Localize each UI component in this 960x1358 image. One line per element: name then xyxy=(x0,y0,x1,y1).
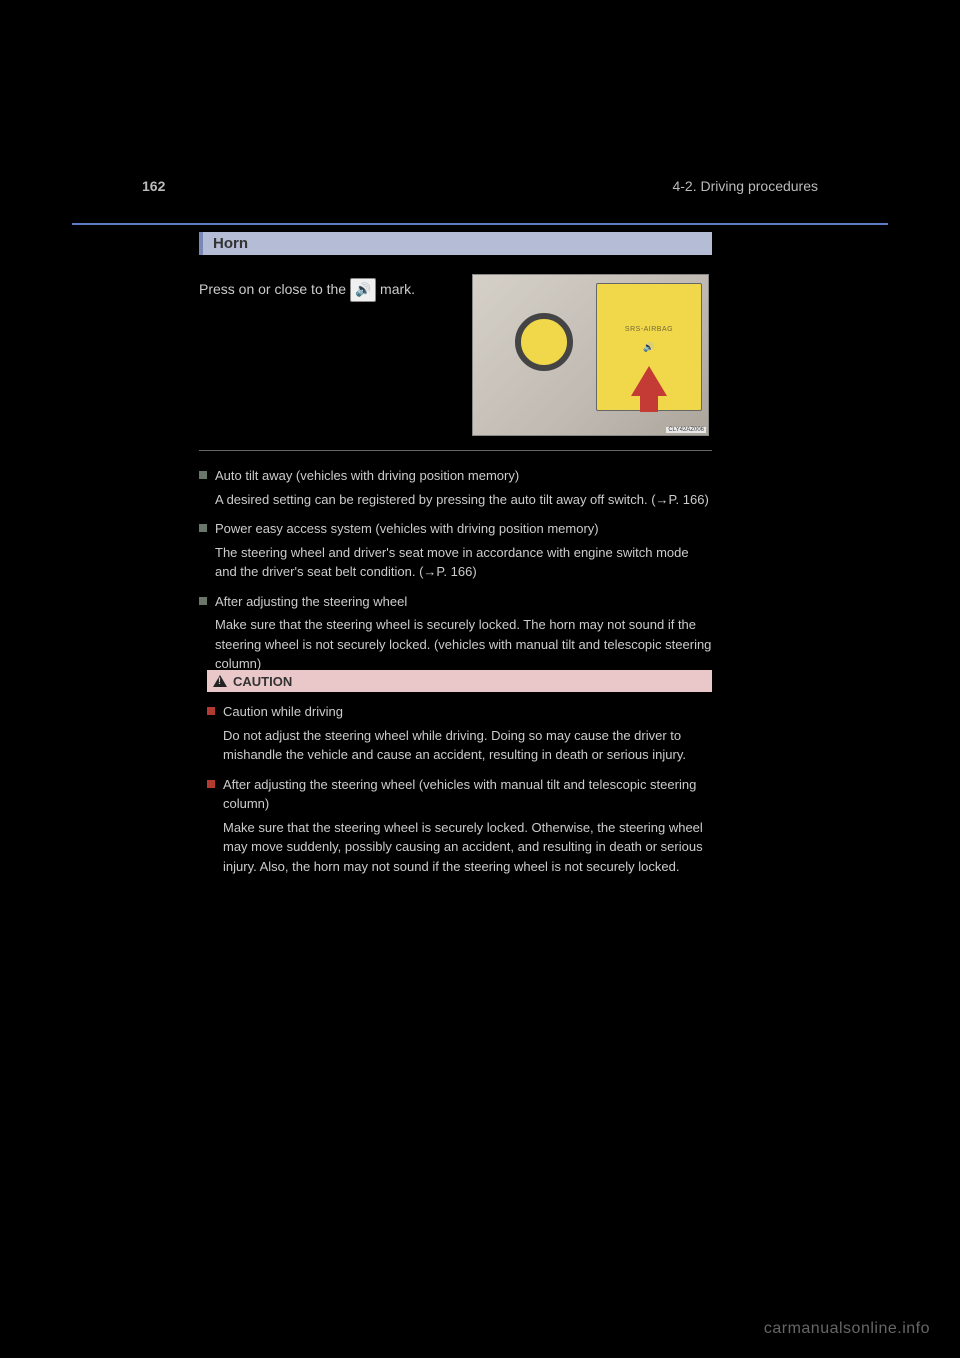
note-item: Auto tilt away (vehicles with driving po… xyxy=(199,466,712,486)
notes-section: Auto tilt away (vehicles with driving po… xyxy=(199,466,712,684)
manual-page: 162 4-2. Driving procedures Horn Press o… xyxy=(0,0,960,1358)
caution-label: CAUTION xyxy=(233,674,292,689)
caution-item: After adjusting the steering wheel (vehi… xyxy=(207,775,712,814)
horn-small-icon: 🔊 xyxy=(643,342,654,353)
watermark: carmanualsonline.info xyxy=(764,1320,930,1338)
note-body: A desired setting can be registered by p… xyxy=(215,490,712,510)
steering-wheel-graphic xyxy=(515,313,573,371)
airbag-callout: SRS-AIRBAG 🔊 xyxy=(596,283,702,411)
divider-rule xyxy=(199,450,712,451)
caution-title: Caution while driving xyxy=(223,702,343,722)
airbag-label: SRS-AIRBAG xyxy=(597,326,701,333)
square-bullet-icon xyxy=(199,597,207,605)
note-item: Power easy access system (vehicles with … xyxy=(199,519,712,539)
section-title: Horn xyxy=(213,235,248,252)
press-arrow-icon xyxy=(631,366,667,396)
breadcrumb: 4-2. Driving procedures xyxy=(672,178,818,194)
caution-header: CAUTION xyxy=(207,670,712,692)
horn-icon: 🔊 xyxy=(350,278,376,302)
instruction-prefix: Press on or close to the xyxy=(199,281,346,297)
caution-item: Caution while driving xyxy=(207,702,712,722)
header-rule xyxy=(72,223,888,225)
caution-body: Make sure that the steering wheel is sec… xyxy=(223,818,712,877)
page-number: 162 xyxy=(142,178,165,194)
note-body: Make sure that the steering wheel is sec… xyxy=(215,615,712,674)
square-bullet-icon xyxy=(199,471,207,479)
figure-code: CLY42AZ006 xyxy=(666,427,706,433)
red-square-bullet-icon xyxy=(207,707,215,715)
warning-triangle-icon xyxy=(213,675,227,687)
section-header: Horn xyxy=(199,232,712,255)
red-square-bullet-icon xyxy=(207,780,215,788)
note-body: The steering wheel and driver's seat mov… xyxy=(215,543,712,582)
caution-body: Do not adjust the steering wheel while d… xyxy=(223,726,712,765)
note-title: Auto tilt away (vehicles with driving po… xyxy=(215,466,519,486)
caution-section: Caution while driving Do not adjust the … xyxy=(207,702,712,886)
horn-instruction: Press on or close to the 🔊 mark. xyxy=(199,278,459,302)
square-bullet-icon xyxy=(199,524,207,532)
page-header: 162 4-2. Driving procedures xyxy=(142,178,818,194)
instruction-suffix: mark. xyxy=(380,281,415,297)
steering-wheel-figure: SRS-AIRBAG 🔊 CLY42AZ006 xyxy=(472,274,709,436)
caution-title: After adjusting the steering wheel (vehi… xyxy=(223,775,712,814)
note-title: Power easy access system (vehicles with … xyxy=(215,519,599,539)
note-title: After adjusting the steering wheel xyxy=(215,592,407,612)
note-item: After adjusting the steering wheel xyxy=(199,592,712,612)
